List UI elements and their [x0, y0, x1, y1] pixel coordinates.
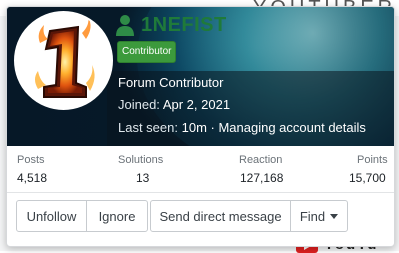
unfollow-label: Unfollow: [26, 208, 77, 224]
member-stats: Posts 4,518 Solutions 13 Reaction 127,16…: [7, 146, 394, 193]
avatar[interactable]: [14, 11, 113, 110]
flaming-one-icon: [16, 13, 111, 108]
member-tooltip-card: 1NEFIST Contributor Forum Contributor Jo…: [6, 6, 395, 247]
last-seen-row: Last seen: 10m · Managing account detail…: [118, 120, 366, 135]
ignore-button[interactable]: Ignore: [86, 200, 148, 232]
send-direct-message-button[interactable]: Send direct message: [150, 200, 291, 232]
send-direct-message-label: Send direct message: [159, 208, 282, 224]
stat-label: Reaction: [239, 154, 283, 166]
joined-row: Joined: Apr 2, 2021: [118, 97, 230, 112]
user-title: Forum Contributor: [118, 75, 224, 90]
find-menu-button[interactable]: Find: [290, 200, 348, 232]
ignore-label: Ignore: [98, 208, 136, 224]
joined-date: Apr 2, 2021: [162, 97, 231, 112]
joined-label: Joined:: [118, 97, 160, 112]
last-seen-value: 10m · Managing account details: [181, 120, 366, 135]
user-title-badge: Contributor: [117, 41, 177, 63]
find-label: Find: [299, 208, 326, 224]
user-icon: [116, 15, 134, 36]
stat-label: Points: [357, 154, 388, 166]
stat-value: 13: [136, 171, 150, 185]
stat-points[interactable]: Points 15,700: [349, 146, 389, 192]
stat-reaction[interactable]: Reaction 127,168: [237, 146, 287, 192]
stat-label: Solutions: [118, 154, 164, 166]
stat-value: 127,168: [240, 171, 284, 185]
stat-solutions[interactable]: Solutions 13: [116, 146, 168, 192]
stat-label: Posts: [17, 154, 45, 166]
username-link[interactable]: 1NEFIST: [141, 14, 227, 37]
stat-value: 4,518: [17, 171, 48, 185]
unfollow-button[interactable]: Unfollow: [16, 200, 87, 232]
username-row: 1NEFIST: [115, 13, 227, 37]
last-seen-label: Last seen:: [118, 120, 178, 135]
chevron-down-icon: [330, 213, 339, 219]
stat-value: 15,700: [349, 171, 386, 185]
